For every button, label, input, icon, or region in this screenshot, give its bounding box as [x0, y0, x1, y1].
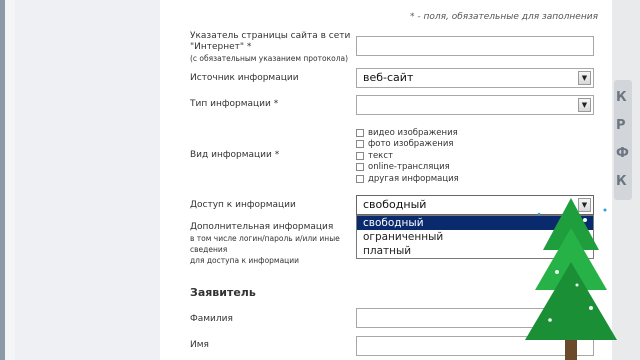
checkbox-label: фото изображения: [368, 139, 454, 150]
type-label: Тип информации *: [190, 99, 279, 109]
side-tab[interactable]: К Р Ф К: [614, 80, 632, 200]
christmas-tree-icon: [525, 198, 617, 360]
checkbox[interactable]: [356, 174, 364, 183]
checkbox-label: текст: [368, 150, 393, 161]
url-label-line1: Указатель страницы сайта в сети: [190, 31, 351, 41]
sparkle: [583, 218, 587, 222]
kind-checkbox-group: видео изображения фото изображения текст…: [356, 127, 459, 185]
required-fields-note: * - поля, обязательные для заполнения: [409, 12, 598, 22]
checkbox-label: другая информация: [368, 173, 459, 184]
sparkle: [537, 212, 541, 216]
extra-hint-line3: для доступа к информации: [190, 256, 300, 265]
checkbox[interactable]: [356, 163, 364, 172]
chevron-down-icon[interactable]: ▼: [578, 71, 591, 85]
checkbox-label: online-трансляция: [368, 162, 450, 173]
applicant-section-title: Заявитель: [190, 286, 256, 299]
surname-label: Фамилия: [190, 314, 233, 324]
checkbox[interactable]: [356, 140, 364, 149]
sparkle: [548, 318, 552, 322]
source-select[interactable]: веб-сайт ▼: [356, 68, 594, 88]
url-input[interactable]: [356, 36, 594, 56]
sparkle: [603, 208, 607, 212]
checkbox-row[interactable]: фото изображения: [356, 139, 459, 151]
tree-trunk: [565, 340, 577, 360]
chevron-down-icon[interactable]: ▼: [578, 98, 591, 112]
side-tab-letter: Р: [616, 118, 626, 133]
sparkle: [555, 270, 559, 274]
side-tab-letter: К: [616, 90, 627, 105]
kind-label: Вид информации *: [190, 150, 280, 160]
side-tab-letter: К: [616, 174, 627, 189]
checkbox-row[interactable]: online-трансляция: [356, 162, 459, 174]
source-label: Источник информации: [190, 73, 299, 83]
extra-hint-line2: сведения: [190, 245, 228, 254]
sparkle: [575, 283, 579, 287]
extra-label: Дополнительная информация: [190, 222, 334, 232]
source-select-value: веб-сайт: [363, 71, 414, 84]
checkbox[interactable]: [356, 151, 364, 160]
url-label-line2: "Интернет" *: [190, 42, 252, 52]
checkbox-row[interactable]: видео изображения: [356, 127, 459, 139]
side-tab-letter: Ф: [616, 146, 629, 161]
access-select-value: свободный: [363, 198, 427, 211]
type-select[interactable]: ▼: [356, 95, 594, 115]
url-label-hint: (с обязательным указанием протокола): [190, 54, 349, 63]
left-edge-panel: [5, 0, 15, 360]
checkbox-row[interactable]: другая информация: [356, 173, 459, 185]
access-label: Доступ к информации: [190, 200, 296, 210]
tree-tier: [525, 262, 617, 340]
name-label: Имя: [190, 340, 209, 350]
checkbox[interactable]: [356, 128, 364, 137]
sparkle: [589, 306, 593, 310]
extra-hint-line1: в том числе логин/пароль и/или иные: [190, 234, 340, 243]
checkbox-label: видео изображения: [368, 127, 458, 138]
checkbox-row[interactable]: текст: [356, 150, 459, 162]
